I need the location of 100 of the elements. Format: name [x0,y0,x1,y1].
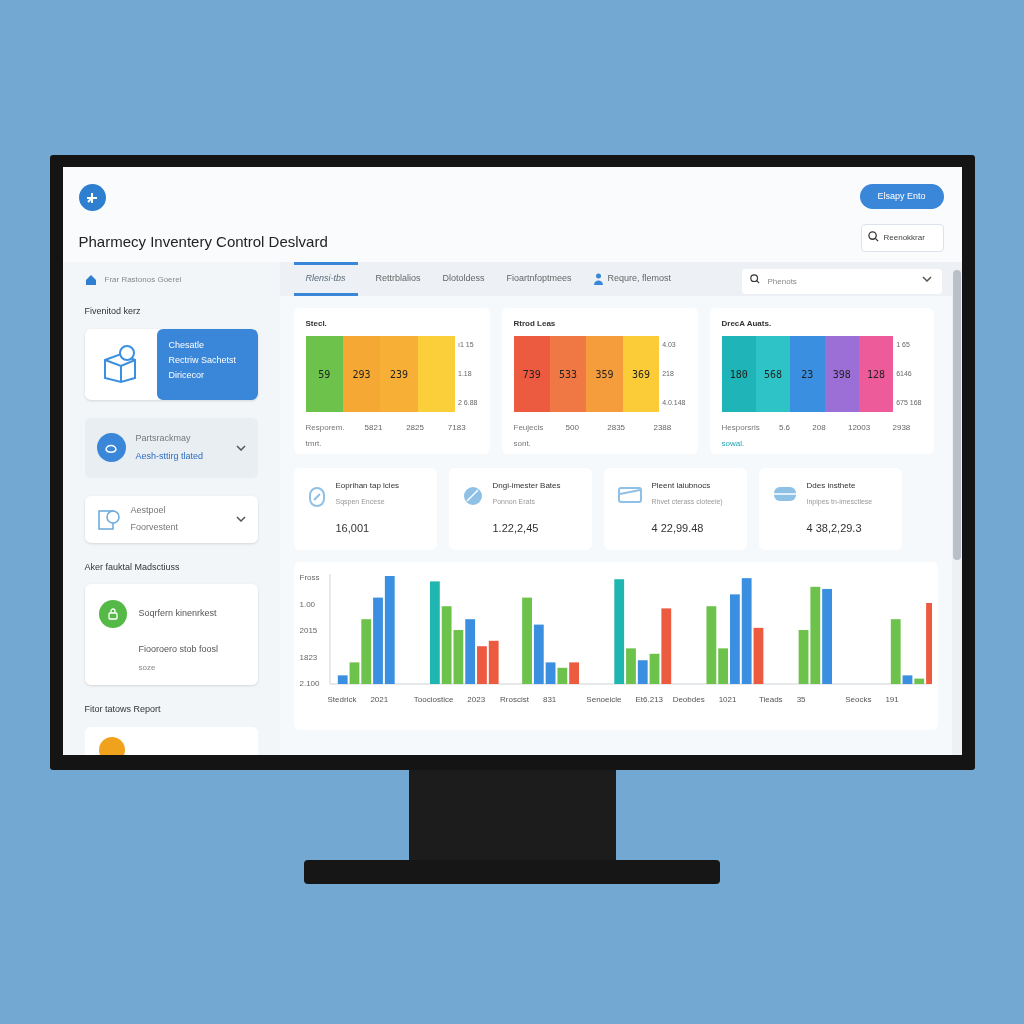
feature-text: Rectriw Sachetst [168,353,238,366]
axis-label: 2835 [607,422,626,434]
chart-bar [556,667,567,684]
axis-label: 35 [796,694,806,706]
chevron-down-icon[interactable] [921,275,932,282]
axis-label: 1021 [718,694,737,706]
axis-label: 2.100 [299,678,321,690]
axis-label: 5.6 [778,422,790,434]
expandable-card[interactable]: Aestpoel Foorvestent [84,495,258,543]
metric-value: 1.22,2,45 [492,520,540,536]
card-text: soze [138,662,157,674]
axis-label: Stedrick [327,694,357,706]
capsule-icon [307,486,326,508]
card-title: DrecA Auats. [721,318,773,330]
chevron-down-icon[interactable] [235,444,246,451]
card-text: Fiooroero stob foosl [138,642,219,656]
chevron-down-icon[interactable] [235,516,246,522]
chart-bar [488,640,499,684]
segment-value: 59 [318,367,331,382]
home-icon [84,274,97,286]
segment-value: 359 [595,367,614,382]
section-title: Fitor tatows Report [84,703,162,716]
segment-value: 398 [832,367,851,382]
caption-text: Feujecis [513,422,544,434]
card-subtitle: Aesh-sttirg tlated [135,449,205,463]
segment-value: 128 [867,367,886,382]
caption-text: sont. [513,438,532,450]
segment-value: 180 [729,367,748,382]
segment-value: 23 [801,367,814,382]
search-icon [749,273,760,284]
tab[interactable]: Dlotoldess [438,262,489,296]
card-title: Rtrod Leas [513,318,557,330]
metric-value: 16,001 [335,520,371,536]
axis-label: 5821 [364,422,383,434]
report-icon [98,736,125,755]
chart-bar [568,662,579,684]
axis-label: 2015 [299,625,319,637]
axis-label: Deobdes [672,694,705,706]
metric-value: 4 22,99.48 [651,520,705,536]
axis-label: 1823 [299,651,319,664]
lock-icon [98,600,127,628]
axis-label: 2825 [406,422,424,434]
section-title: Fivenitod kerz [84,305,142,318]
scrollbar[interactable] [951,262,962,755]
segment-value: 369 [631,367,650,382]
pill-icon [462,486,483,506]
segment-value: 533 [559,367,578,382]
axis-label: Toociostice [413,694,454,706]
feature-card[interactable]: Chesatle Rectriw Sachetst Diricecor [84,328,258,400]
card-title: Aestpoel [130,503,167,517]
package-icon [617,486,642,504]
segment-value: 739 [522,367,541,382]
axis-label: 1.00 [299,598,317,611]
caption-text: tmrt. [305,438,323,450]
axis-label: 2023 [467,694,486,706]
tab[interactable]: Fioartnfoptmees [502,262,576,296]
axis-label: Tieads [758,694,783,706]
tab[interactable]: Requre, flemost [589,262,676,296]
axis-label: 831 [542,694,557,706]
caption-text: Hesporsris [721,422,760,434]
logo-icon [78,184,106,211]
dashboard-title: Pharmecy Inventery Control Deslvard [78,232,328,252]
axis-label: 2388 [653,422,672,434]
axis-label: Fross [299,572,321,584]
metric-title: Dngi-imester Bates [492,480,561,492]
header-button[interactable]: Elsapy Ento [859,184,944,209]
caption-text: Resporem. [305,422,345,434]
metric-value: 4 38,2,29.3 [806,520,863,536]
filter-dropdown[interactable]: Phenots [741,268,942,294]
section-title: Aker fauktal Madsctiuss [84,560,181,574]
card-title: Soqrfern kinenrkest [138,607,218,620]
card-title: Stecl. [305,318,328,330]
segment-value: 293 [352,367,371,382]
sidebar-link[interactable]: Frar Rastonos Goerel [104,274,182,286]
axis-label: Seocks [845,694,872,706]
search-field[interactable]: Reenokkrar [860,223,944,252]
axis-label: Et6.213 [635,694,664,706]
axis-label: 2938 [892,422,911,434]
caption-text: sowal. [721,438,746,450]
expandable-card[interactable]: Partsrackmay Aesh-sttirg tlated [84,417,258,478]
segment-value: 568 [764,367,783,382]
feature-text: Chesatle [168,338,206,351]
card-subtitle: Foorvestent [130,521,180,534]
axis-label: Senoeicle [586,694,622,706]
axis-label: 500 [565,422,579,434]
axis-label: 12003 [847,422,871,434]
axis-label: 208 [812,422,826,434]
card-title: Partsrackmay [135,432,192,445]
tablet-icon [772,486,797,502]
axis-label: 191 [885,694,899,706]
axis-label: Rroscist [500,694,529,706]
tab[interactable]: Rettrblalios [371,262,425,296]
metric-title: Pleent laiubnocs [651,480,712,492]
metric-title: Eoprihan tap lcles [335,480,400,492]
search-icon [867,231,879,242]
segment-value: 239 [389,367,408,382]
metric-title: Ddes insthete [806,480,857,492]
axis-label: 7183 [447,422,466,434]
axis-label: 2021 [370,694,389,706]
feature-text: Diricecor [168,368,205,381]
